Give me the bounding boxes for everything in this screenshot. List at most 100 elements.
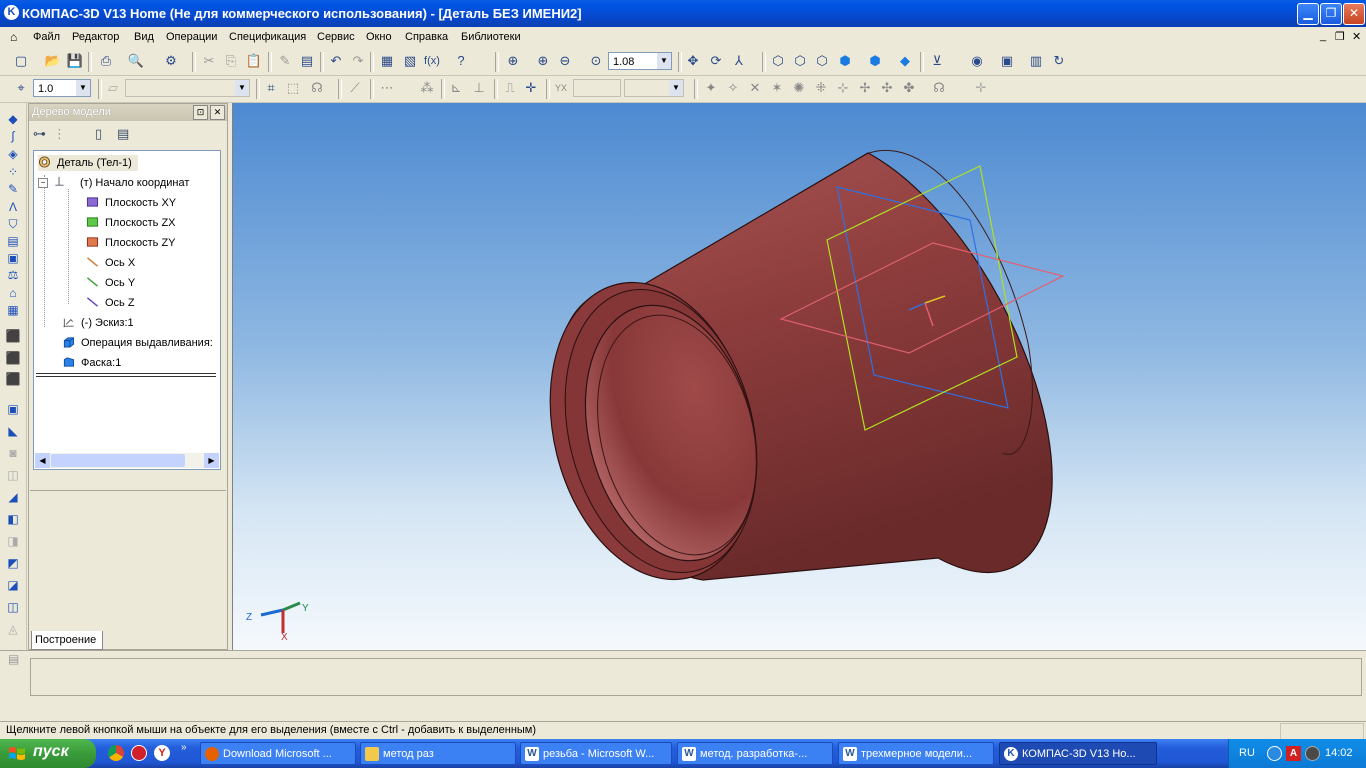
snap-grid-icon[interactable]: ⁜ — [812, 79, 830, 97]
zoom-window-icon[interactable]: ⊕ — [504, 52, 522, 70]
clock[interactable]: 14:02 — [1325, 747, 1353, 759]
collapse-icon[interactable]: − — [38, 178, 48, 188]
scroll-left-icon[interactable]: ◀ — [35, 453, 50, 468]
close-button[interactable]: ✕ — [1343, 3, 1365, 25]
table-icon[interactable]: ▥ — [1027, 52, 1045, 70]
save-icon[interactable]: 💾 — [66, 52, 84, 70]
task-firefox[interactable]: Download Microsoft ... — [200, 742, 356, 765]
snap-tangent-icon[interactable]: ⊹ — [834, 79, 852, 97]
help-pointer-icon[interactable]: ? — [452, 52, 470, 70]
start-button[interactable]: пуск — [0, 739, 96, 768]
snap-intersection-icon[interactable]: ✕ — [746, 79, 764, 97]
library-icon[interactable]: ▣ — [998, 52, 1016, 70]
preview-icon[interactable]: 🔍 — [127, 52, 145, 70]
refresh-icon[interactable]: ↻ — [1050, 52, 1068, 70]
magnet-icon[interactable]: ☊ — [930, 79, 948, 97]
hidden-lines-icon[interactable]: ⬡ — [791, 52, 809, 70]
tree-horizontal-scrollbar[interactable]: ◀ ▶ — [35, 453, 219, 468]
ortho-icon[interactable]: ⊥ — [470, 79, 488, 97]
layer-select[interactable]: ▼ — [125, 79, 250, 97]
property-panel-icon[interactable]: ▤ — [8, 652, 24, 668]
coord-y-field[interactable]: ▼ — [624, 79, 684, 97]
fillet-icon[interactable]: ◣ — [5, 423, 21, 439]
minimize-button[interactable]: ▁ — [1297, 3, 1319, 25]
redo-icon[interactable]: ↷ — [349, 52, 367, 70]
array-op-icon[interactable]: ◩ — [5, 555, 21, 571]
extrude-op-icon[interactable]: ⬛ — [5, 328, 21, 344]
restore-button[interactable]: ❐ — [1320, 3, 1342, 25]
thin-lines-icon[interactable]: ⬡ — [813, 52, 831, 70]
manager-icon[interactable]: ▦ — [378, 52, 396, 70]
layer-icon[interactable]: ▱ — [104, 79, 122, 97]
model-canvas[interactable] — [233, 103, 1366, 650]
shell-icon[interactable]: ◢ — [5, 489, 21, 505]
menu-service[interactable]: Сервис — [317, 31, 355, 43]
tree-end-marker[interactable] — [36, 373, 216, 377]
task-folder[interactable]: метод раз — [360, 742, 516, 765]
task-word-3[interactable]: W трехмерное модели... — [838, 742, 994, 765]
curves-icon[interactable]: ∫ — [5, 128, 21, 144]
doc-close-button[interactable]: ✕ — [1352, 30, 1361, 43]
menu-specification[interactable]: Спецификация — [229, 31, 306, 43]
snap-point-icon[interactable]: ✦ — [702, 79, 720, 97]
task-word-1[interactable]: W резьба - Microsoft W... — [520, 742, 672, 765]
scroll-thumb[interactable] — [51, 454, 185, 467]
edit-details-icon[interactable]: ◆ — [5, 111, 21, 127]
shaded-edges-icon[interactable]: ⬢ — [866, 52, 884, 70]
thread-icon[interactable]: ◫ — [5, 599, 21, 615]
snap-extra-icon[interactable]: ✛ — [972, 79, 990, 97]
sketch-mode-icon[interactable]: ⌗ — [262, 79, 280, 97]
dimensions-icon[interactable]: Λ — [5, 199, 21, 215]
tree-node-part[interactable]: Деталь (Тел-1) — [38, 155, 138, 171]
kinematic-op-icon[interactable]: ⬛ — [5, 371, 21, 387]
snap-angle-icon[interactable]: ✢ — [856, 79, 874, 97]
zoom-in-icon[interactable]: ⊕ — [534, 52, 552, 70]
menu-operations[interactable]: Операции — [166, 31, 217, 43]
scroll-right-icon[interactable]: ▶ — [204, 453, 219, 468]
scale-icon[interactable]: ◬ — [5, 621, 21, 637]
pan-icon[interactable]: ✥ — [684, 52, 702, 70]
paste-icon[interactable]: 📋 — [245, 52, 263, 70]
snap-middle-icon[interactable]: ✶ — [768, 79, 786, 97]
hole-icon[interactable]: ◙ — [5, 445, 21, 461]
draft-icon[interactable]: ◪ — [5, 577, 21, 593]
document-icon[interactable]: ⌂ — [10, 30, 17, 44]
rib-icon[interactable]: ◫ — [5, 467, 21, 483]
report-icon[interactable]: ▣ — [5, 250, 21, 266]
chrome-icon[interactable] — [108, 745, 124, 761]
menu-file[interactable]: Файл — [33, 31, 60, 43]
task-kompas[interactable]: K КОМПАС-3D V13 Ho... — [999, 742, 1157, 765]
orientation-icon[interactable]: ⅄ — [730, 52, 748, 70]
doc-minimize-button[interactable]: _ — [1320, 30, 1326, 42]
edit-part-icon[interactable]: ⬚ — [284, 79, 302, 97]
cut-extrude-icon[interactable]: ▣ — [5, 401, 21, 417]
pin-icon[interactable]: ⊡ — [193, 105, 208, 120]
rotate-icon[interactable]: ⟳ — [707, 52, 725, 70]
sheet-metal-icon[interactable]: ⌂ — [5, 285, 21, 301]
zoom-out-icon[interactable]: ⊖ — [556, 52, 574, 70]
shaded-icon[interactable]: ⬢ — [836, 52, 854, 70]
function-icon[interactable]: f(x) — [423, 52, 441, 70]
lcs-icon[interactable]: ⊾ — [447, 79, 465, 97]
opera-icon[interactable] — [131, 745, 147, 761]
yandex-icon[interactable]: Y — [154, 745, 170, 761]
wireframe-icon[interactable]: ⬡ — [769, 52, 787, 70]
cursor-step-icon[interactable]: ⌖ — [12, 79, 30, 97]
section-icon[interactable]: ◧ — [5, 511, 21, 527]
aux-geometry-icon[interactable]: ✎ — [5, 181, 21, 197]
close-panel-icon[interactable]: ✕ — [210, 105, 225, 120]
tree-mode-icon[interactable]: ⋮ — [53, 126, 66, 142]
measure-tools-icon[interactable]: ⚖ — [5, 267, 21, 283]
arrays-icon[interactable]: ⁘ — [5, 164, 21, 180]
model-view-icon[interactable]: ◉ — [968, 52, 986, 70]
doc-restore-button[interactable]: ❐ — [1335, 30, 1345, 43]
kompas-app-icon[interactable]: K — [4, 5, 19, 20]
copy-icon[interactable]: ⎘ — [222, 52, 240, 70]
menu-libraries[interactable]: Библиотеки — [461, 31, 521, 43]
quick-launch-more-icon[interactable]: » — [181, 742, 187, 753]
task-word-2[interactable]: W метод. разработка-... — [677, 742, 833, 765]
snap-normal-icon[interactable]: ✣ — [878, 79, 896, 97]
round-icon[interactable]: ⎍ — [501, 79, 519, 97]
print-icon[interactable]: ⎙ — [97, 52, 115, 70]
model-viewport[interactable]: Y Z X — [232, 103, 1366, 650]
